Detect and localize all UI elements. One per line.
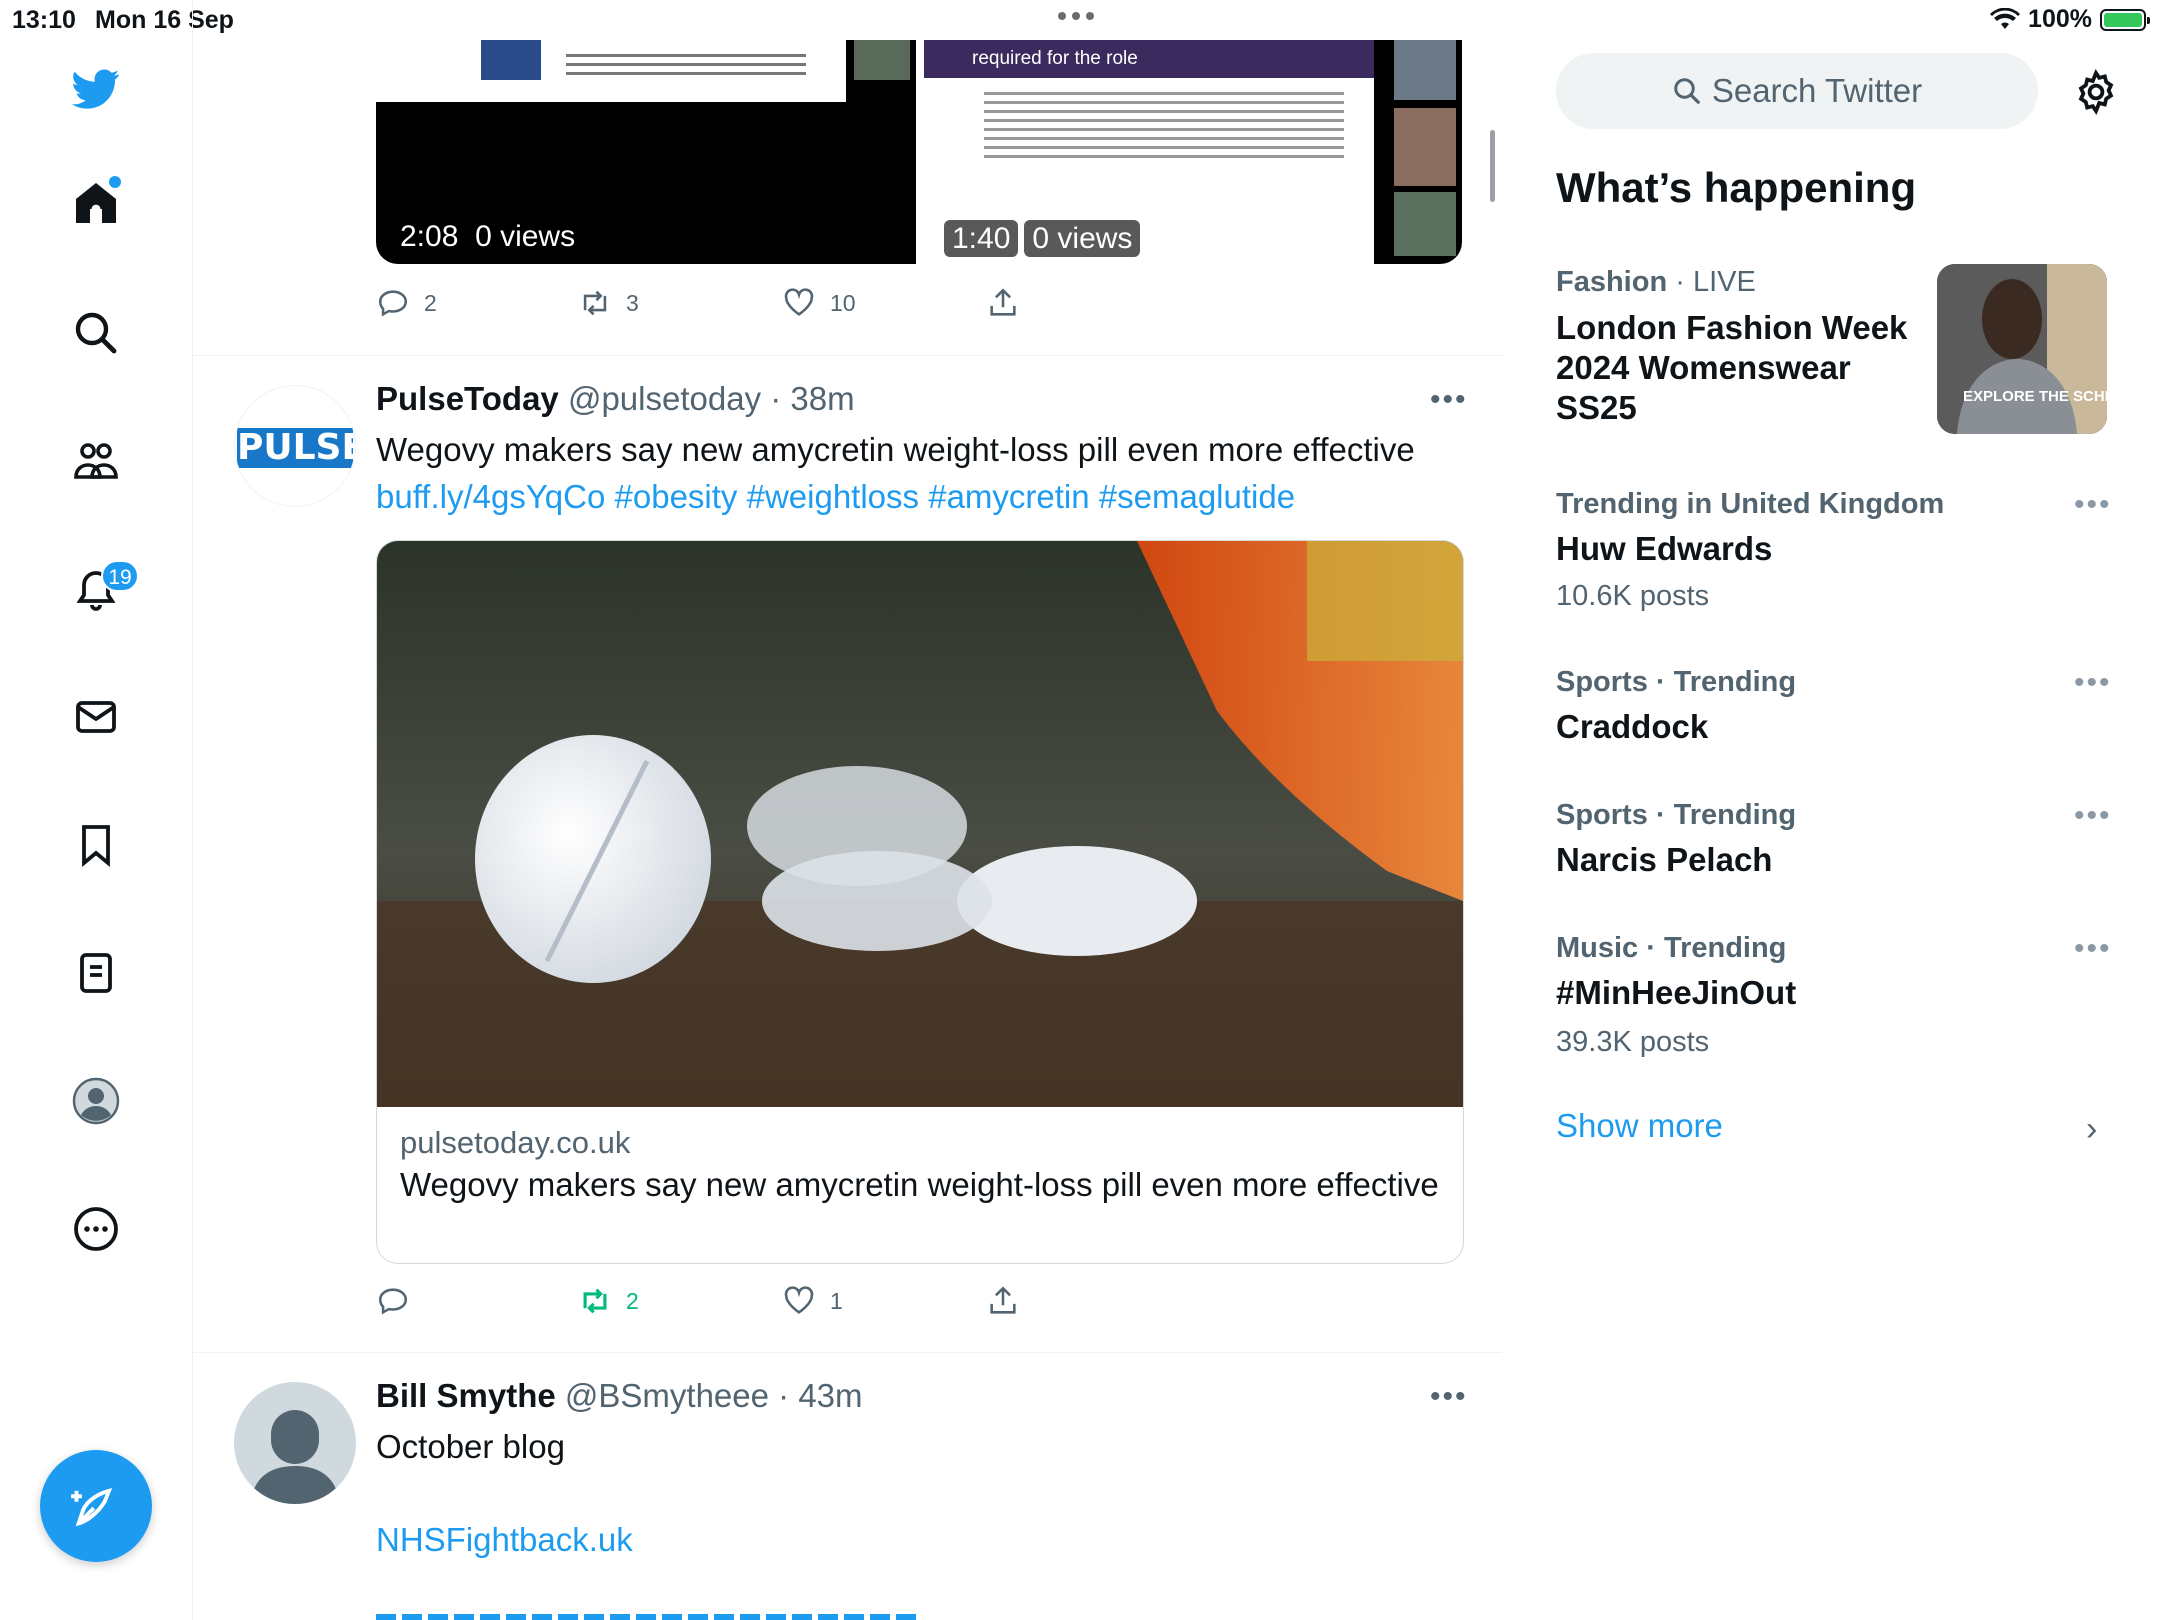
trend-title[interactable]: Narcis Pelach [1556, 840, 1772, 880]
trend-posts: 39.3K posts [1556, 1026, 1710, 1058]
trend-image[interactable]: EXPLORE THE SCHEDUL [1937, 264, 2107, 434]
slide-preview [376, 40, 846, 102]
share-button[interactable] [986, 1284, 1020, 1318]
trend-more-button[interactable]: ••• [2074, 666, 2112, 700]
trend-category: Sports · Trending [1556, 666, 1797, 698]
like-icon [784, 288, 814, 316]
trend-category: Trending in United Kingdom [1556, 488, 1945, 520]
author-name[interactable]: Bill Smythe [376, 1377, 556, 1414]
twitter-logo-icon[interactable] [63, 56, 129, 122]
trend-more-button[interactable]: ••• [2074, 488, 2112, 522]
retweet-icon [583, 1288, 607, 1314]
gear-icon[interactable] [2072, 68, 2120, 116]
trend-posts: 10.6K posts [1556, 580, 1710, 612]
battery-percentage: 100% [2028, 5, 2092, 33]
retweet-button[interactable]: 3 [578, 286, 639, 320]
search-input[interactable]: Search Twitter [1556, 53, 2038, 129]
reply-icon [378, 1288, 408, 1315]
author-handle[interactable]: @BSmytheee [565, 1377, 769, 1414]
compose-button[interactable] [40, 1450, 152, 1562]
feed-scrollbar[interactable] [1490, 130, 1495, 202]
bookmarks-icon[interactable] [63, 812, 129, 878]
trend-title[interactable]: London Fashion Week 2024 Womenswear SS25 [1556, 308, 1926, 428]
trend-category: Music · Trending [1556, 932, 1787, 964]
tweet-link[interactable]: NHSFightback.uk [376, 1516, 633, 1563]
multitask-dots[interactable] [1058, 12, 1094, 20]
card-image [377, 541, 1463, 1107]
tweet-header: PulseToday @pulsetoday · 38m [376, 380, 855, 417]
tweet-link[interactable]: buff.ly/4gsYqCo [376, 478, 605, 515]
trend-category: Sports · Trending [1556, 799, 1797, 831]
show-more-link[interactable]: Show more [1556, 1107, 1723, 1145]
avatar-logo-text: PULSE [237, 427, 356, 468]
search-icon [1674, 78, 1700, 104]
hashtag[interactable]: #weightloss [747, 478, 919, 515]
avatar[interactable] [234, 1382, 356, 1504]
video-left-meta: 2:08 0 views [400, 220, 576, 253]
trend-more-button[interactable]: ••• [2074, 932, 2112, 966]
trend-title[interactable]: #MinHeeJinOut [1556, 973, 1796, 1013]
tweet-time[interactable]: 43m [798, 1377, 862, 1414]
retweet-button[interactable]: 2 [578, 1284, 639, 1318]
notifications-icon[interactable]: 19 [63, 556, 139, 622]
trend-image-caption: EXPLORE THE SCHEDUL [1963, 388, 2107, 405]
trend-category: Fashion · LIVE [1556, 266, 1756, 298]
trend-title[interactable]: Craddock [1556, 707, 1708, 747]
reply-icon [378, 290, 408, 317]
tweet-link-cutoff [376, 1604, 916, 1620]
tweet-divider [192, 355, 1502, 356]
sidebar-nav: 19 [0, 0, 193, 1620]
compose-icon [71, 1488, 113, 1527]
video-thumbnail-right[interactable]: required for the role 1:40 0 views [924, 40, 1462, 264]
tweet-text: Wegovy makers say new amycretin weight-l… [376, 431, 1415, 515]
retweet-icon [583, 290, 607, 316]
status-indicators: 100% [1990, 5, 2150, 34]
tweet-text: October blog [376, 1428, 565, 1465]
reply-button[interactable] [376, 1284, 424, 1318]
reply-button[interactable]: 2 [376, 286, 437, 320]
more-icon[interactable] [63, 1196, 129, 1262]
hashtag[interactable]: #semaglutide [1099, 478, 1295, 515]
chevron-right-icon: › [2086, 1110, 2098, 1148]
avatar[interactable]: PULSE [234, 385, 356, 507]
hashtag[interactable]: #obesity [615, 478, 738, 515]
share-icon [990, 1286, 1016, 1314]
messages-icon[interactable] [63, 684, 129, 750]
like-icon [784, 1286, 814, 1314]
author-handle[interactable]: @pulsetoday [568, 380, 761, 417]
card-title: Wegovy makers say new amycretin weight-l… [400, 1166, 1439, 1203]
author-name[interactable]: PulseToday [376, 380, 559, 417]
profile-icon[interactable] [63, 1068, 129, 1134]
share-button[interactable] [986, 286, 1020, 320]
share-icon [990, 288, 1016, 316]
card-domain: pulsetoday.co.uk [400, 1125, 631, 1160]
section-heading: What’s happening [1556, 164, 1917, 211]
trend-title[interactable]: Huw Edwards [1556, 529, 1772, 569]
tweet-time[interactable]: 38m [790, 380, 854, 417]
tweet-divider [192, 1352, 1502, 1353]
search-icon[interactable] [63, 300, 129, 366]
link-card[interactable]: pulsetoday.co.uk Wegovy makers say new a… [376, 540, 1464, 1264]
tweet-header: Bill Smythe @BSmytheee · 43m [376, 1377, 863, 1414]
tweet-more-button[interactable]: ••• [1430, 383, 1468, 417]
communities-icon[interactable] [63, 428, 129, 494]
battery-icon [2100, 8, 2150, 31]
video-right-meta: 1:40 0 views [944, 220, 1146, 257]
hashtag[interactable]: #amycretin [928, 478, 1089, 515]
like-button[interactable]: 1 [782, 1284, 843, 1318]
video-thumbnail-left[interactable]: 2:08 0 views [376, 40, 916, 264]
like-button[interactable]: 10 [782, 286, 856, 320]
notifications-badge: 19 [101, 560, 139, 592]
lists-icon[interactable] [63, 940, 129, 1006]
wifi-icon [1990, 7, 2021, 29]
home-icon[interactable] [63, 170, 129, 236]
home-unread-dot [109, 176, 121, 188]
trend-more-button[interactable]: ••• [2074, 799, 2112, 833]
tweet-more-button[interactable]: ••• [1430, 1380, 1468, 1414]
